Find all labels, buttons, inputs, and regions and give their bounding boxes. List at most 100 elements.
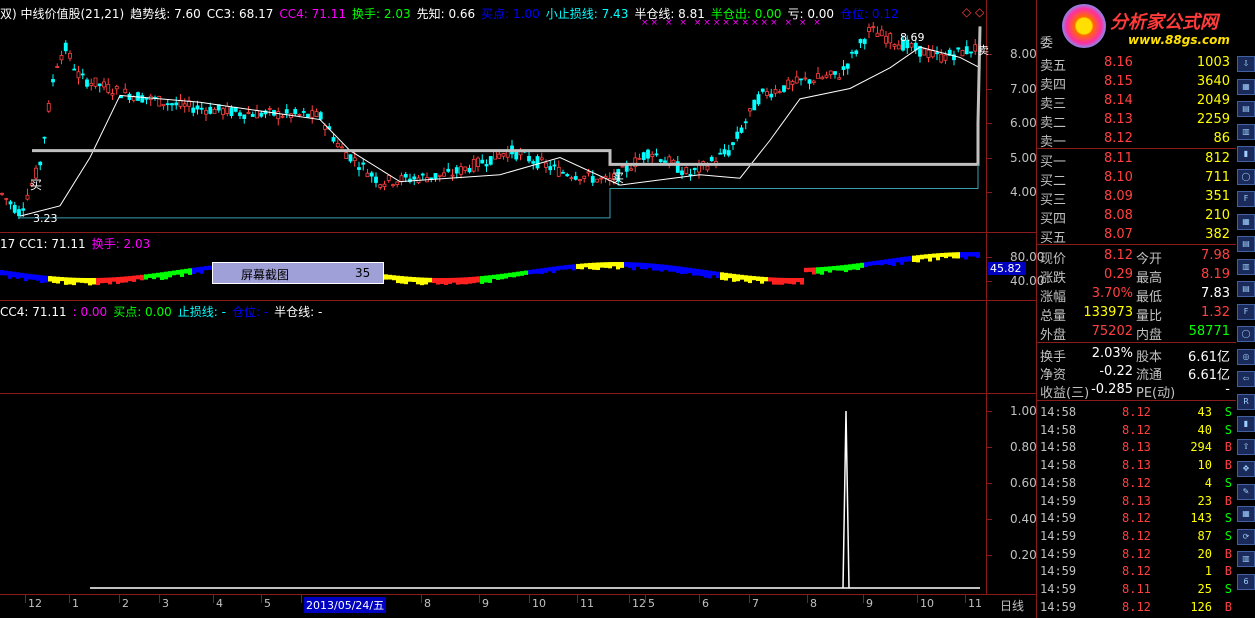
indicator-bar: [620, 262, 624, 268]
ob-price: 8.08: [1104, 208, 1133, 223]
move-icon[interactable]: ✥: [1237, 461, 1255, 477]
diamond-icon[interactable]: ◇: [962, 5, 971, 19]
period-label[interactable]: 日线: [1000, 597, 1024, 614]
candle-body: [161, 103, 166, 107]
indicator-bar: [80, 277, 84, 283]
main-chart-panel[interactable]: 双) 中线价值股(21,21) 趋势线: 7.60 CC3: 68.17 CC4: 7…: [0, 0, 1035, 232]
chart3-icon[interactable]: ▥: [1237, 551, 1255, 567]
tick-row[interactable]: 14:58 8.13 10 B: [1040, 457, 1236, 475]
tick-row[interactable]: 14:58 8.12 4 S: [1040, 475, 1236, 493]
ob-label: 买五: [1040, 231, 1067, 246]
tick-row[interactable]: 14:59 8.12 1 B: [1040, 563, 1236, 581]
candle-body: [463, 166, 468, 171]
chart-icon[interactable]: ▥: [1237, 123, 1255, 140]
candle-body: [803, 77, 808, 80]
ob-price: 8.15: [1104, 74, 1133, 89]
circle-70-icon[interactable]: ◯: [1237, 168, 1255, 185]
indicator-bar: [920, 254, 924, 260]
tick-row[interactable]: 14:59 8.12 126 B: [1040, 599, 1236, 617]
tick-side: S: [1224, 582, 1232, 596]
date-label: 8: [810, 597, 817, 610]
tick-row[interactable]: 14:59 8.12 143 S: [1040, 510, 1236, 528]
indicator-bar: [812, 267, 816, 275]
date-label: 7: [752, 597, 759, 610]
signal-chart[interactable]: [0, 395, 985, 593]
candle-body: [705, 165, 710, 171]
fin-icon[interactable]: F: [1237, 191, 1255, 207]
y-tick-label: 4.00: [1010, 185, 1037, 199]
tick-row[interactable]: 14:59 8.12 20 B: [1040, 546, 1236, 564]
candle-body: [85, 79, 89, 87]
indicator-bar: [956, 252, 960, 259]
indicator-bar: [456, 277, 460, 285]
panel-divider-1: [0, 232, 1036, 233]
indicator-bar: [924, 254, 928, 259]
indicator-bar: [740, 274, 744, 280]
table3-icon[interactable]: ▤: [1237, 281, 1255, 297]
indicator-bar: [912, 255, 916, 262]
quote-value: 8.19: [1201, 267, 1230, 282]
rsi-icon[interactable]: R: [1237, 393, 1255, 410]
indicator-bar: [756, 276, 760, 282]
tick-row[interactable]: 14:59 8.11 25 S: [1040, 581, 1236, 599]
candle-body: [743, 121, 748, 124]
tick-price: 8.12: [1122, 564, 1151, 579]
indicator-bar: [200, 266, 204, 274]
candle-body: [671, 159, 676, 164]
diamond-icon[interactable]: ◇: [975, 5, 984, 19]
y-tick-label: 6.00: [1010, 116, 1037, 130]
indicator-bar: [104, 277, 108, 283]
candle-body: [739, 127, 744, 133]
candle-icon[interactable]: ▮: [1237, 146, 1255, 162]
indicator-bar: [112, 277, 116, 282]
grid-icon[interactable]: ▦: [1237, 78, 1255, 95]
arrow-up-icon[interactable]: ⇧: [1237, 438, 1255, 455]
grid2-icon[interactable]: ▦: [1237, 213, 1255, 230]
indicator-bar: [444, 277, 448, 285]
grid3-icon[interactable]: ▦: [1237, 506, 1255, 522]
circle2-icon[interactable]: ◯: [1237, 326, 1255, 342]
buy-signal-mid: 买: [612, 171, 625, 185]
indicator-bar: [840, 265, 844, 271]
indicator-bar: [92, 277, 96, 285]
num-60-icon[interactable]: 6: [1237, 573, 1255, 590]
date-tick: [261, 595, 262, 603]
quote-value: 75202: [1091, 324, 1133, 339]
bar-icon[interactable]: ▮: [1237, 416, 1255, 432]
arrow-left-icon[interactable]: ⇦: [1237, 371, 1255, 387]
candle-body: [76, 71, 81, 79]
candle-body: [382, 183, 387, 187]
table2-icon[interactable]: ▤: [1237, 236, 1255, 252]
candle-body: [935, 52, 939, 55]
tick-row[interactable]: 14:59 8.13 23 B: [1040, 493, 1236, 511]
indicator-bar: [196, 267, 200, 273]
indicator-bar: [692, 268, 696, 276]
candle-body: [267, 108, 272, 110]
tick-row[interactable]: 14:58 8.13 294 B: [1040, 439, 1236, 457]
quote-row: 总量 133973 量比 1.32: [1040, 304, 1236, 324]
tick-row[interactable]: 14:58 8.12 43 S: [1040, 404, 1236, 422]
price-chart[interactable]: [0, 22, 985, 232]
low-price-label: 3.23: [33, 212, 58, 225]
quote-row: 涨幅 3.70% 最低 7.83: [1040, 285, 1236, 305]
candle-body: [21, 208, 26, 211]
indicator-bar: [84, 277, 88, 284]
chart2-icon[interactable]: ▥: [1237, 258, 1255, 275]
indicator-bar: [860, 262, 864, 268]
arrow-down-icon[interactable]: ⇩: [1237, 56, 1255, 72]
tick-row[interactable]: 14:58 8.12 40 S: [1040, 422, 1236, 440]
candle-body: [38, 161, 43, 166]
ring-icon[interactable]: ◎: [1237, 348, 1255, 365]
candle-body: [259, 112, 264, 117]
table-icon[interactable]: ▤: [1237, 101, 1255, 117]
refresh-icon[interactable]: ⟳: [1237, 528, 1255, 545]
tick-time: 14:59: [1040, 511, 1077, 526]
pencil-icon[interactable]: ✎: [1237, 483, 1255, 500]
indicator-bar: [436, 277, 440, 285]
indicator-bar: [448, 277, 452, 284]
cc1-indicator-chart[interactable]: [0, 250, 985, 298]
tick-row[interactable]: 14:59 8.12 87 S: [1040, 528, 1236, 546]
fiz-icon[interactable]: F: [1237, 303, 1255, 320]
candle-body: [794, 76, 799, 84]
indicator-bar: [648, 263, 652, 268]
